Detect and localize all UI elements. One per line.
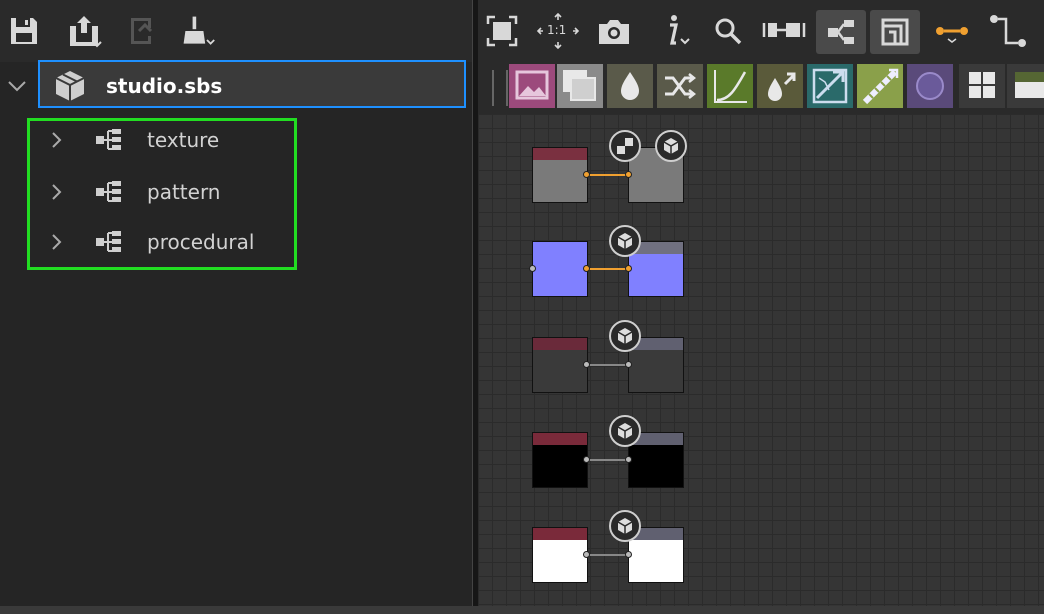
bottom-scrollbar[interactable] [0, 606, 1044, 614]
package-icon [55, 71, 85, 101]
graph-icon [96, 129, 121, 150]
graph-label: pattern [147, 180, 221, 204]
badge-texture-icon[interactable] [609, 130, 641, 162]
zoom-1to1-button[interactable]: 1:1 [536, 12, 580, 50]
save-icon[interactable] [6, 12, 42, 50]
transform-icon[interactable] [807, 64, 853, 108]
clean-icon[interactable] [180, 12, 216, 50]
output-port[interactable] [583, 171, 590, 178]
graph-node[interactable] [532, 527, 588, 583]
levels-icon[interactable] [707, 64, 753, 108]
link-icon[interactable] [932, 12, 972, 50]
color-fill-icon[interactable] [757, 64, 803, 108]
shape-icon[interactable] [907, 64, 953, 108]
connection-wire [586, 174, 630, 176]
badge-cube-icon[interactable] [655, 130, 687, 162]
search-icon[interactable] [710, 12, 746, 50]
graph-item-pattern[interactable]: pattern [40, 172, 290, 212]
tabs-icon[interactable] [762, 12, 806, 50]
graph-label: procedural [147, 230, 255, 254]
graph-node[interactable] [532, 432, 588, 488]
screenshot-icon[interactable] [596, 12, 632, 50]
gradient-icon[interactable] [857, 64, 903, 108]
input-port[interactable] [625, 551, 632, 558]
graph-node[interactable] [532, 147, 588, 203]
connector-icon[interactable] [986, 12, 1030, 50]
badge-cube-icon[interactable] [609, 320, 641, 352]
badge-cube-icon[interactable] [609, 415, 641, 447]
graph-icon [96, 231, 121, 252]
graph-node[interactable] [532, 337, 588, 393]
graph-icon [96, 181, 121, 202]
reload-icon[interactable] [124, 12, 160, 50]
layout-icon[interactable] [816, 10, 866, 54]
badge-cube-icon[interactable] [609, 225, 641, 257]
input-port[interactable] [625, 171, 632, 178]
publish-icon[interactable] [66, 12, 102, 50]
explorer-toolbar [0, 0, 472, 62]
chevron-down-icon[interactable] [6, 78, 28, 94]
info-icon[interactable] [658, 12, 694, 50]
graph-label: texture [147, 128, 220, 152]
output-port[interactable] [583, 456, 590, 463]
chevron-right-icon[interactable] [50, 232, 64, 252]
connection-wire [586, 268, 630, 270]
frame-all-icon[interactable] [484, 12, 520, 50]
grid-icon[interactable] [959, 64, 1005, 108]
output-icon[interactable] [1007, 64, 1044, 108]
graph-item-texture[interactable]: texture [40, 120, 290, 160]
package-item[interactable] [38, 60, 466, 108]
input-port[interactable] [529, 265, 536, 272]
connection-wire [586, 364, 630, 366]
input-port[interactable] [625, 456, 632, 463]
grip-handle[interactable] [492, 70, 508, 106]
package-name: studio.sbs [106, 74, 223, 98]
output-port[interactable] [583, 361, 590, 368]
bitmap-icon[interactable] [509, 64, 555, 108]
uniform-color-icon[interactable] [607, 64, 653, 108]
blend-icon[interactable] [657, 64, 703, 108]
zoom-label: 1:1 [547, 23, 567, 37]
chevron-right-icon[interactable] [50, 182, 64, 202]
input-port[interactable] [625, 361, 632, 368]
svg-icon[interactable] [557, 64, 603, 108]
output-port[interactable] [583, 265, 590, 272]
badge-cube-icon[interactable] [609, 510, 641, 542]
output-port[interactable] [583, 551, 590, 558]
graph-node[interactable] [532, 241, 588, 297]
connection-wire [586, 459, 630, 461]
connection-wire [586, 554, 630, 556]
chevron-right-icon[interactable] [50, 130, 64, 150]
input-port[interactable] [625, 265, 632, 272]
graph-toolbar: 1:1 [478, 0, 1044, 62]
frame-icon[interactable] [870, 10, 920, 54]
graph-item-procedural[interactable]: procedural [40, 222, 290, 262]
